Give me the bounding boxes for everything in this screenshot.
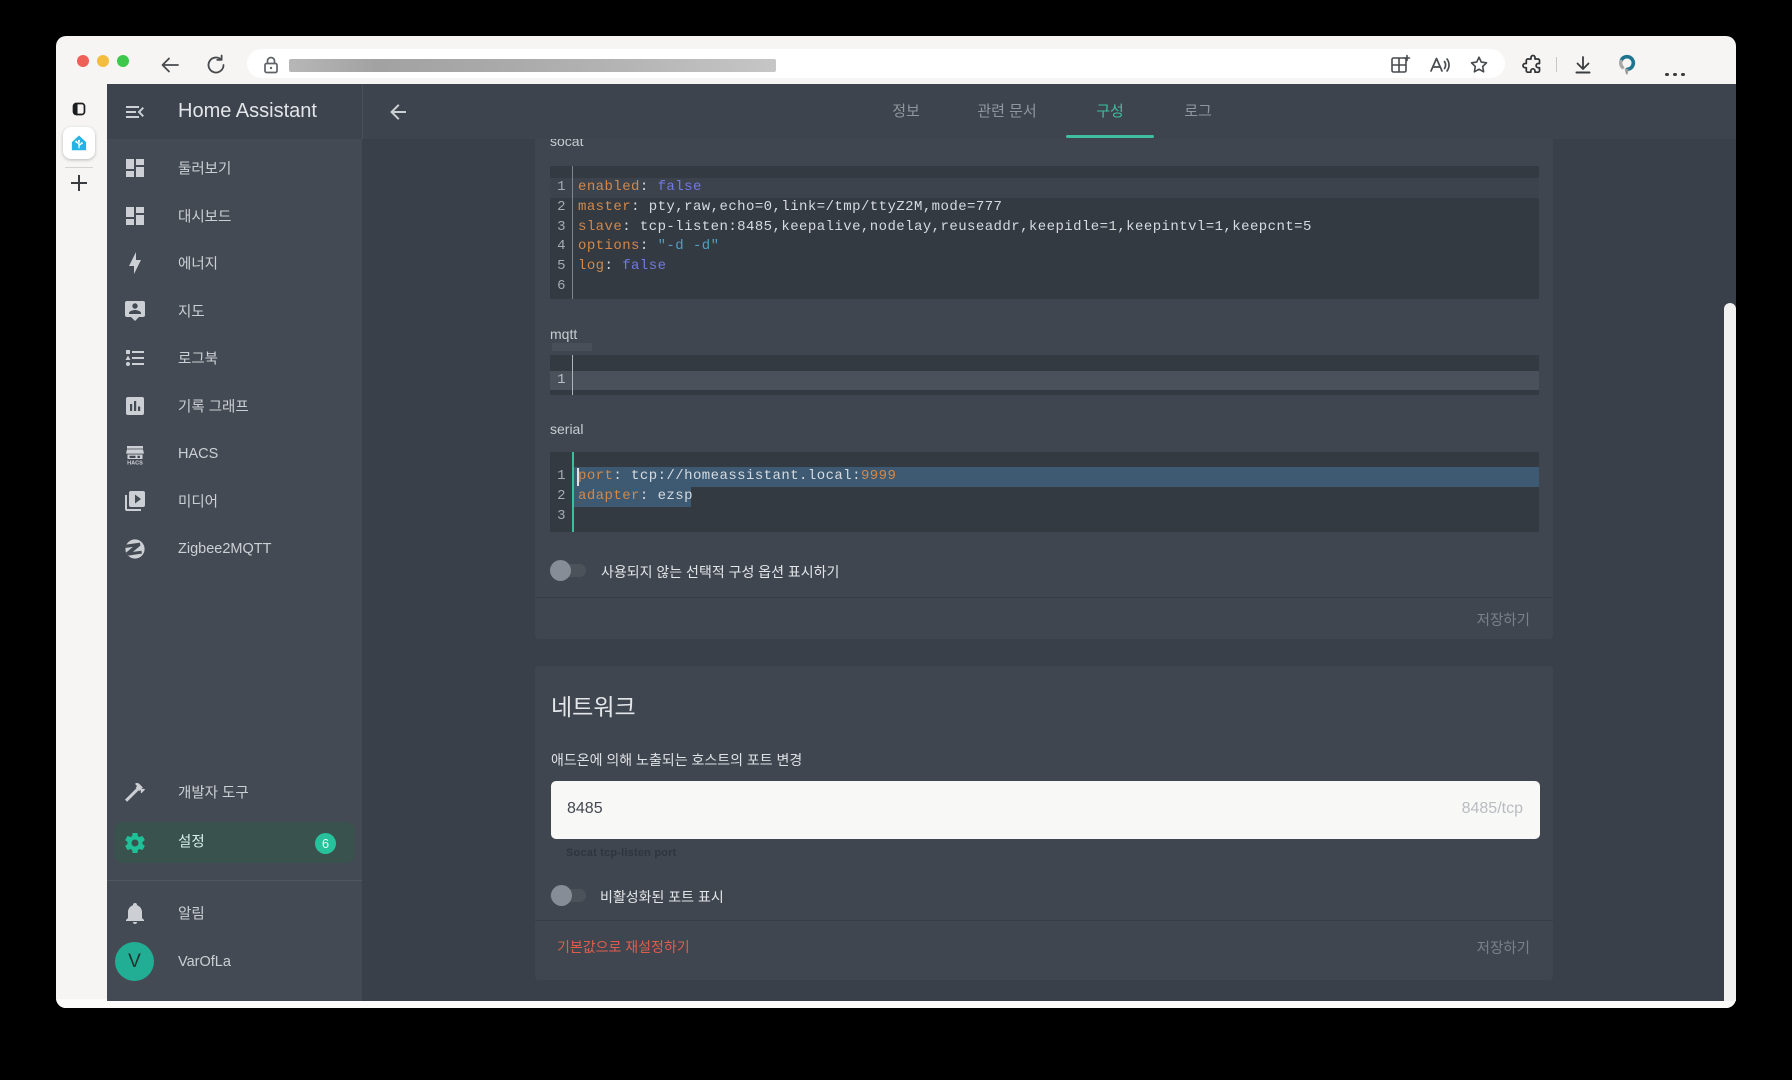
svg-text:HACS: HACS — [127, 460, 143, 466]
